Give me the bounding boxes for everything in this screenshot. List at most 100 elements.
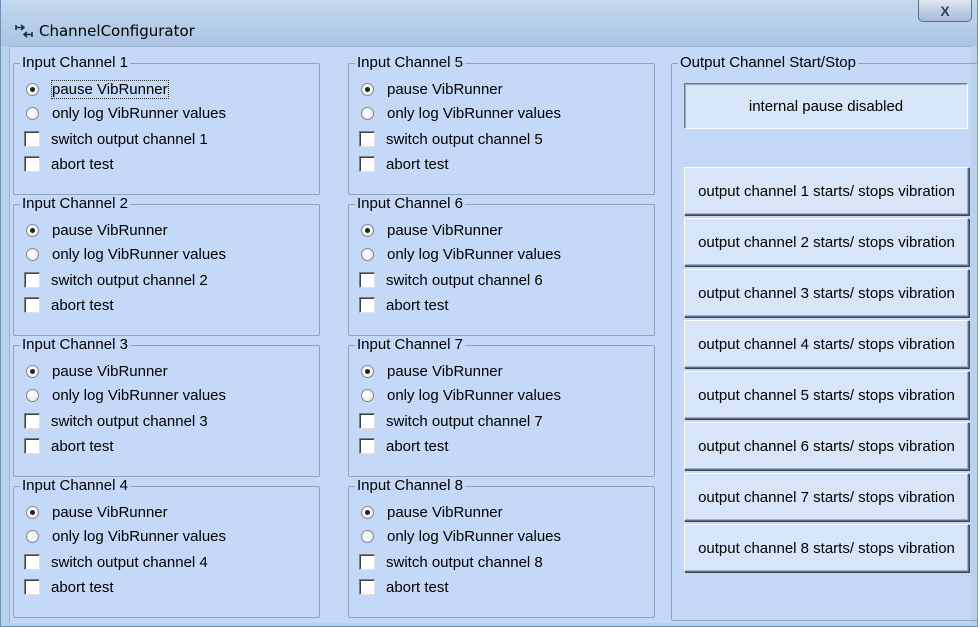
input-channel-title: Input Channel 2 bbox=[20, 195, 130, 212]
pause-vibrunner-radio[interactable]: pause VibRunner bbox=[24, 361, 168, 381]
only-log-values-radio[interactable]: only log VibRunner values bbox=[24, 385, 226, 405]
abort-test-label: abort test bbox=[386, 578, 449, 596]
checkbox-icon[interactable] bbox=[24, 413, 40, 429]
checkbox-icon[interactable] bbox=[24, 297, 40, 313]
pause-vibrunner-radio[interactable]: pause VibRunner bbox=[359, 361, 503, 381]
radio-selected-icon[interactable] bbox=[361, 364, 374, 378]
input-channel-title: Input Channel 5 bbox=[355, 54, 465, 71]
only-log-values-radio[interactable]: only log VibRunner values bbox=[24, 103, 226, 123]
checkbox-icon[interactable] bbox=[359, 131, 375, 147]
input-channel-group-2: Input Channel 2 pause VibRunner only log V… bbox=[13, 196, 320, 336]
abort-test-checkbox[interactable]: abort test bbox=[24, 436, 114, 456]
input-channel-title: Input Channel 3 bbox=[20, 336, 130, 353]
checkbox-icon[interactable] bbox=[359, 297, 375, 313]
output-channel-2-button[interactable]: output channel 2 starts/ stops vibration bbox=[684, 218, 969, 266]
radio-unselected-icon[interactable] bbox=[361, 529, 374, 543]
abort-test-checkbox[interactable]: abort test bbox=[359, 295, 449, 315]
switch-output-checkbox[interactable]: switch output channel 2 bbox=[24, 270, 208, 290]
pause-vibrunner-radio[interactable]: pause VibRunner bbox=[24, 502, 168, 522]
abort-test-checkbox[interactable]: abort test bbox=[359, 436, 449, 456]
output-channel-8-button[interactable]: output channel 8 starts/ stops vibration bbox=[684, 524, 969, 572]
radio-unselected-icon[interactable] bbox=[361, 247, 374, 261]
only-log-values-radio[interactable]: only log VibRunner values bbox=[24, 526, 226, 546]
switch-output-checkbox[interactable]: switch output channel 5 bbox=[359, 129, 543, 149]
only-log-values-label: only log VibRunner values bbox=[387, 527, 562, 545]
checkbox-icon[interactable] bbox=[24, 438, 40, 454]
only-log-values-radio[interactable]: only log VibRunner values bbox=[359, 103, 561, 123]
output-channel-3-button[interactable]: output channel 3 starts/ stops vibration bbox=[684, 269, 969, 317]
radio-unselected-icon[interactable] bbox=[26, 388, 39, 402]
radio-selected-icon[interactable] bbox=[26, 505, 39, 519]
checkbox-icon[interactable] bbox=[24, 272, 40, 288]
switch-output-label: switch output channel 1 bbox=[51, 130, 208, 148]
radio-selected-icon[interactable] bbox=[26, 223, 39, 237]
title-bar[interactable]: ChannelConfigurator X bbox=[1, 0, 977, 46]
only-log-values-label: only log VibRunner values bbox=[387, 104, 562, 122]
radio-unselected-icon[interactable] bbox=[26, 247, 39, 261]
output-channel-1-button[interactable]: output channel 1 starts/ stops vibration bbox=[684, 167, 969, 215]
only-log-values-radio[interactable]: only log VibRunner values bbox=[359, 526, 561, 546]
checkbox-icon[interactable] bbox=[359, 438, 375, 454]
only-log-values-radio[interactable]: only log VibRunner values bbox=[359, 385, 561, 405]
switch-output-checkbox[interactable]: switch output channel 7 bbox=[359, 411, 543, 431]
switch-output-checkbox[interactable]: switch output channel 3 bbox=[24, 411, 208, 431]
input-channel-group-4: Input Channel 4 pause VibRunner only log V… bbox=[13, 478, 320, 618]
abort-test-checkbox[interactable]: abort test bbox=[24, 295, 114, 315]
output-channel-4-button[interactable]: output channel 4 starts/ stops vibration bbox=[684, 320, 969, 368]
pause-vibrunner-radio[interactable]: pause VibRunner bbox=[24, 220, 168, 240]
input-channel-group-8: Input Channel 8 pause VibRunner only log V… bbox=[348, 478, 655, 618]
only-log-values-radio[interactable]: only log VibRunner values bbox=[359, 244, 561, 264]
output-channel-7-button[interactable]: output channel 7 starts/ stops vibration bbox=[684, 473, 969, 521]
radio-unselected-icon[interactable] bbox=[26, 529, 39, 543]
abort-test-checkbox[interactable]: abort test bbox=[359, 154, 449, 174]
pause-vibrunner-radio[interactable]: pause VibRunner bbox=[359, 79, 503, 99]
pause-vibrunner-radio[interactable]: pause VibRunner bbox=[359, 220, 503, 240]
checkbox-icon[interactable] bbox=[24, 131, 40, 147]
radio-unselected-icon[interactable] bbox=[26, 106, 39, 120]
switch-output-label: switch output channel 6 bbox=[386, 271, 543, 289]
radio-unselected-icon[interactable] bbox=[361, 106, 374, 120]
switch-output-checkbox[interactable]: switch output channel 1 bbox=[24, 129, 208, 149]
pause-vibrunner-radio[interactable]: pause VibRunner bbox=[24, 79, 169, 99]
close-button[interactable]: X bbox=[918, 0, 972, 22]
checkbox-icon[interactable] bbox=[359, 272, 375, 288]
abort-test-checkbox[interactable]: abort test bbox=[24, 577, 114, 597]
abort-test-label: abort test bbox=[51, 437, 114, 455]
checkbox-icon[interactable] bbox=[24, 554, 40, 570]
pause-vibrunner-radio[interactable]: pause VibRunner bbox=[359, 502, 503, 522]
abort-test-label: abort test bbox=[386, 437, 449, 455]
checkbox-icon[interactable] bbox=[24, 156, 40, 172]
checkbox-icon[interactable] bbox=[359, 554, 375, 570]
input-channel-group-6: Input Channel 6 pause VibRunner only log V… bbox=[348, 196, 655, 336]
radio-selected-icon[interactable] bbox=[361, 505, 374, 519]
pause-vibrunner-label: pause VibRunner bbox=[52, 221, 168, 239]
input-channel-group-3: Input Channel 3 pause VibRunner only log V… bbox=[13, 337, 320, 477]
input-channel-group-7: Input Channel 7 pause VibRunner only log V… bbox=[348, 337, 655, 477]
abort-test-label: abort test bbox=[51, 296, 114, 314]
switch-output-checkbox[interactable]: switch output channel 6 bbox=[359, 270, 543, 290]
switch-output-checkbox[interactable]: switch output channel 4 bbox=[24, 552, 208, 572]
only-log-values-radio[interactable]: only log VibRunner values bbox=[24, 244, 226, 264]
only-log-values-label: only log VibRunner values bbox=[387, 245, 562, 263]
output-channel-5-button[interactable]: output channel 5 starts/ stops vibration bbox=[684, 371, 969, 419]
checkbox-icon[interactable] bbox=[24, 579, 40, 595]
output-channel-6-button[interactable]: output channel 6 starts/ stops vibration bbox=[684, 422, 969, 470]
radio-selected-icon[interactable] bbox=[26, 82, 39, 96]
input-channel-title: Input Channel 4 bbox=[20, 477, 130, 494]
checkbox-icon[interactable] bbox=[359, 156, 375, 172]
checkbox-icon[interactable] bbox=[359, 413, 375, 429]
switch-output-checkbox[interactable]: switch output channel 8 bbox=[359, 552, 543, 572]
abort-test-checkbox[interactable]: abort test bbox=[359, 577, 449, 597]
radio-selected-icon[interactable] bbox=[361, 223, 374, 237]
radio-selected-icon[interactable] bbox=[361, 82, 374, 96]
radio-unselected-icon[interactable] bbox=[361, 388, 374, 402]
abort-test-checkbox[interactable]: abort test bbox=[24, 154, 114, 174]
checkbox-icon[interactable] bbox=[359, 579, 375, 595]
radio-selected-icon[interactable] bbox=[26, 364, 39, 378]
pause-vibrunner-label: pause VibRunner bbox=[51, 79, 169, 99]
switch-output-label: switch output channel 5 bbox=[386, 130, 543, 148]
switch-output-label: switch output channel 8 bbox=[386, 553, 543, 571]
internal-pause-status: internal pause disabled bbox=[684, 83, 968, 129]
only-log-values-label: only log VibRunner values bbox=[52, 245, 227, 263]
abort-test-label: abort test bbox=[386, 296, 449, 314]
